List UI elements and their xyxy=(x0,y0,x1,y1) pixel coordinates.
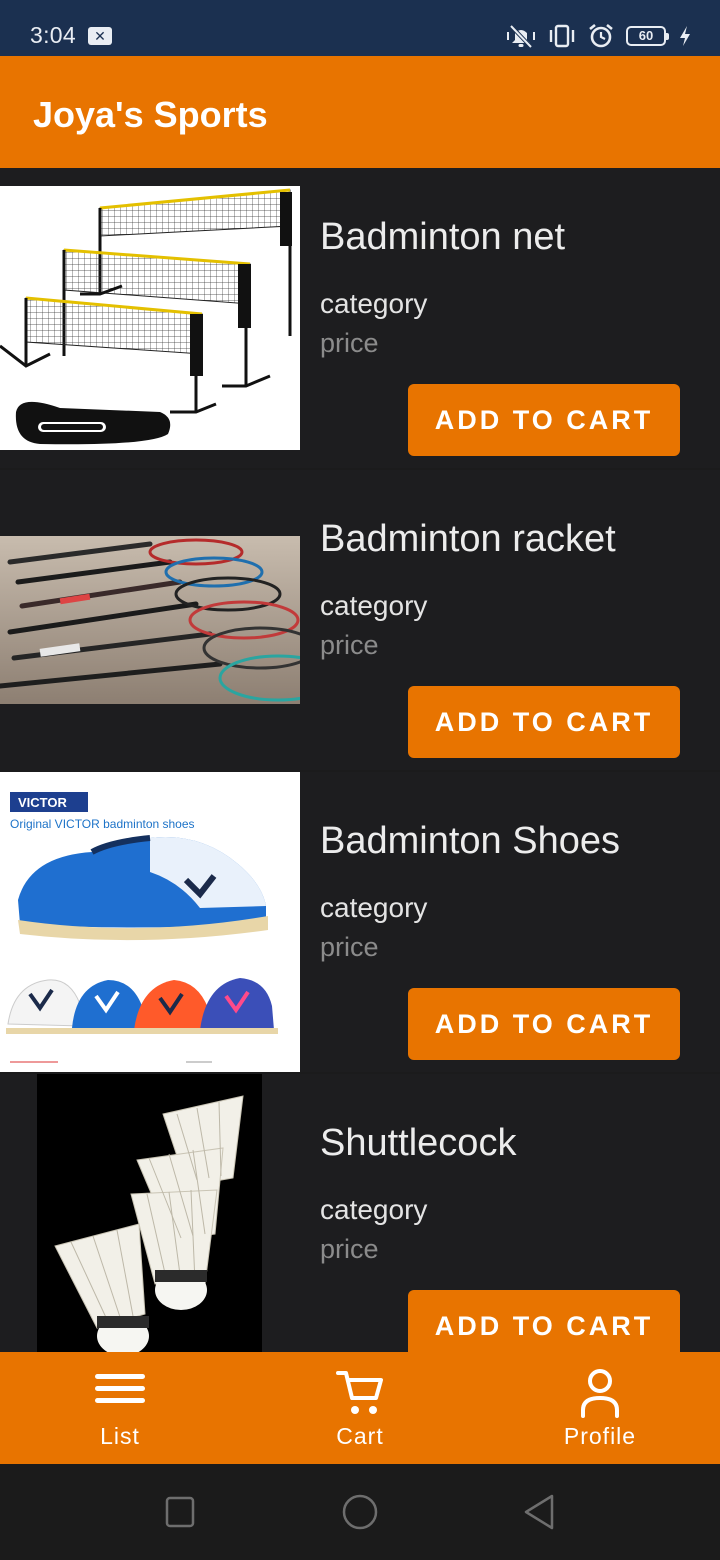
product-card[interactable]: Shuttlecock category price ADD TO CART xyxy=(0,1074,720,1352)
alarm-icon xyxy=(589,23,613,48)
bottom-nav: List Cart Profile xyxy=(0,1352,720,1464)
recent-apps-icon[interactable] xyxy=(164,1494,196,1530)
charging-icon xyxy=(680,26,690,46)
badminton-racket-photo xyxy=(0,536,300,704)
status-icons: 60 xyxy=(506,21,692,51)
product-category: category xyxy=(320,288,428,319)
product-category: category xyxy=(320,590,428,621)
nav-label-profile: Profile xyxy=(563,1423,637,1449)
add-to-cart-button[interactable]: ADD TO CART xyxy=(408,384,680,456)
nav-label-cart: Cart xyxy=(336,1423,384,1449)
victor-logo-text: VICTOR xyxy=(18,795,67,810)
app-bar: Joya's Sports xyxy=(0,56,720,168)
product-list[interactable]: Badminton net category price ADD TO CART xyxy=(0,168,720,1352)
home-icon[interactable] xyxy=(340,1494,380,1530)
product-card[interactable]: VICTOR Original VICTOR badminton shoes B… xyxy=(0,772,720,1072)
nav-label-list: List xyxy=(100,1423,140,1449)
back-icon[interactable] xyxy=(522,1494,558,1530)
product-name: Badminton net xyxy=(320,216,566,258)
shoes-caption-text: Original VICTOR badminton shoes xyxy=(10,817,195,831)
product-name: Badminton Shoes xyxy=(320,820,620,862)
cart-icon xyxy=(336,1371,383,1414)
vibrate-icon xyxy=(549,24,575,48)
status-time: 3:04 xyxy=(30,22,76,48)
product-name: Badminton racket xyxy=(320,518,616,560)
product-card[interactable]: Badminton racket category price ADD TO C… xyxy=(0,470,720,770)
close-box-icon: ✕ xyxy=(88,27,112,45)
badminton-shoes-photo: VICTOR Original VICTOR badminton shoes xyxy=(0,772,300,1072)
product-name: Shuttlecock xyxy=(320,1122,517,1164)
product-category: category xyxy=(320,1194,428,1225)
product-category: category xyxy=(320,892,428,923)
product-price: price xyxy=(320,932,379,962)
nav-item-cart[interactable]: Cart xyxy=(240,1352,480,1464)
badminton-net-photo xyxy=(0,186,300,450)
add-to-cart-button[interactable]: ADD TO CART xyxy=(408,1290,680,1352)
nav-item-list[interactable]: List xyxy=(0,1352,240,1464)
add-to-cart-button[interactable]: ADD TO CART xyxy=(408,686,680,758)
shuttlecock-photo xyxy=(37,1074,262,1352)
product-price: price xyxy=(320,630,379,660)
battery-icon: 60 xyxy=(626,26,669,46)
profile-icon xyxy=(581,1369,619,1418)
status-bar: 3:04 ✕ 60 xyxy=(0,0,720,56)
system-navigation-bar xyxy=(0,1464,720,1560)
app-title: Joya's Sports xyxy=(33,94,268,135)
product-price: price xyxy=(320,328,379,358)
list-icon xyxy=(95,1374,145,1403)
product-price: price xyxy=(320,1234,379,1264)
add-to-cart-button[interactable]: ADD TO CART xyxy=(408,988,680,1060)
product-card[interactable]: Badminton net category price ADD TO CART xyxy=(0,168,720,468)
vibrate-mute-icon xyxy=(507,24,535,49)
nav-item-profile[interactable]: Profile xyxy=(480,1352,720,1464)
